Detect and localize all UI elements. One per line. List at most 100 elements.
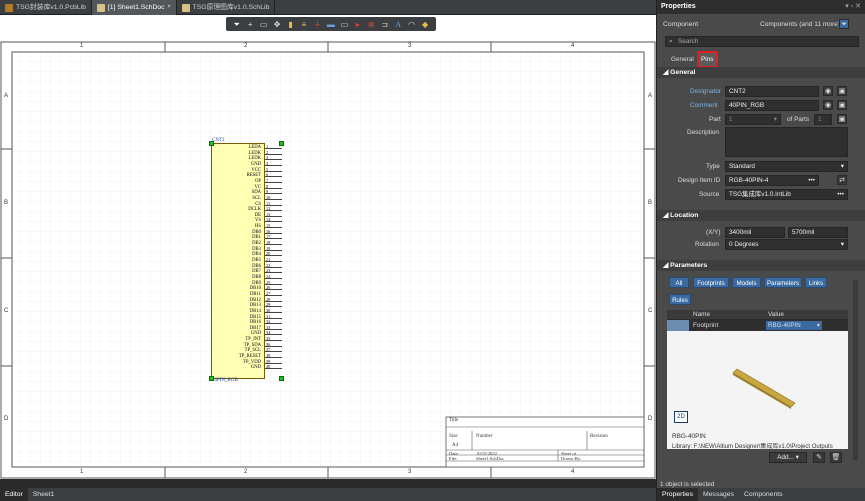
net-label-icon[interactable]: ▭ — [340, 20, 349, 29]
footprint-value: RBG-40PIN — [768, 322, 801, 329]
port-icon[interactable]: ▸ — [353, 20, 362, 29]
trash-icon[interactable]: 🗑 — [830, 452, 842, 463]
search-input[interactable]: ⌕ Search — [665, 36, 859, 47]
x-field[interactable]: 3400mil — [725, 227, 785, 238]
lock-icon[interactable]: ▣ — [837, 114, 847, 124]
power-icon[interactable]: ⏚ — [313, 20, 322, 29]
edit-icon[interactable]: ✎ — [813, 452, 825, 463]
row-value[interactable]: RBG-40PIN ▾ — [766, 321, 822, 330]
title-block-title: Title — [449, 418, 459, 423]
section-parameters[interactable]: ◢ Parameters — [657, 260, 865, 271]
zone-row-label: A — [4, 93, 9, 99]
filter-models-button[interactable]: Models — [732, 277, 761, 288]
design-item-value: RGB-40PIN-4 — [729, 177, 769, 184]
selection-summary[interactable]: Components (and 11 more) — [760, 21, 840, 28]
more-icon[interactable]: ••• — [808, 176, 815, 185]
selection-handle[interactable] — [209, 376, 214, 381]
tab-schdoc[interactable]: [1] Sheet1.SchDoc ▾ — [91, 0, 177, 15]
schlib-file-icon — [181, 3, 190, 12]
section-title: Location — [670, 212, 699, 219]
type-select[interactable]: Standard ▾ — [725, 161, 848, 172]
filter-parameters-button[interactable]: Parameters — [764, 277, 802, 288]
description-label: Description — [687, 129, 719, 136]
description-field[interactable] — [725, 127, 848, 157]
schematic-sheet[interactable]: 1 2 3 4 1 2 3 4 A B C D A B C D Title Si… — [0, 41, 656, 479]
tab-schlib[interactable]: TSG原理图库v1.0.SchLib — [177, 0, 276, 15]
tab-label: TSG封装库v1.0.PcbLib — [16, 4, 86, 11]
preview-name: RBG-40PIN — [672, 433, 706, 440]
harness-icon[interactable]: ⊐ — [380, 20, 389, 29]
filter-icon[interactable]: ⏷ — [232, 20, 241, 29]
tab-pcblib[interactable]: TSG封装库v1.0.PcbLib — [0, 0, 92, 15]
row-name: Footprint — [693, 322, 719, 329]
zone-row-label: A — [648, 93, 653, 99]
chevron-down-icon: ▾ — [816, 322, 820, 329]
zone-col-label: 3 — [408, 469, 412, 475]
filter-footprints-button[interactable]: Footprints — [693, 277, 729, 288]
zone-col-label: 4 — [571, 43, 575, 49]
rect-select-icon[interactable]: ▭ — [259, 20, 268, 29]
swap-icon[interactable]: ⇄ — [837, 175, 847, 185]
section-location[interactable]: ◢ Location — [657, 210, 865, 221]
search-icon: ⌕ — [669, 38, 673, 45]
arc-icon[interactable]: ◠ — [407, 20, 416, 29]
chevron-down-icon: ▾ — [795, 454, 799, 461]
tab-components[interactable]: Components — [739, 488, 788, 501]
parameters-table-header: Name Value — [667, 310, 848, 320]
eye-icon[interactable]: ◉ — [823, 100, 833, 110]
designator-field[interactable]: CNT2 — [725, 86, 819, 97]
panel-controls: ▾ ▫ ✕ — [845, 3, 861, 10]
eye-icon[interactable]: ◉ — [823, 86, 833, 96]
move-icon[interactable]: ✥ — [273, 20, 282, 29]
panel-title: Properties — [661, 3, 696, 10]
filter-rules-button[interactable]: Rules — [669, 294, 691, 305]
tab-editor[interactable]: Editor — [0, 488, 28, 501]
tab-sheet1[interactable]: Sheet1 — [28, 488, 60, 501]
no-erc-icon[interactable]: ⊗ — [367, 20, 376, 29]
panel-scrollbar[interactable] — [853, 280, 858, 460]
part-select[interactable]: 1 ▾ — [725, 114, 781, 125]
tab-pins-label: Pins — [701, 56, 714, 63]
filter-links-button[interactable]: Links — [805, 277, 827, 288]
highlight-icon[interactable]: ≡ — [299, 20, 308, 29]
footprint-preview[interactable]: 2D RBG-40PIN Library: F:\NEW\Altium Desi… — [667, 331, 848, 449]
filter-all-button[interactable]: All — [669, 277, 689, 288]
zone-row-label: D — [4, 416, 9, 422]
section-title: General — [670, 69, 696, 76]
source-field[interactable]: TSG集成库v1.0.IntLib ••• — [725, 189, 848, 200]
section-general[interactable]: ◢ General — [657, 67, 865, 78]
bus-icon[interactable]: ▬ — [326, 20, 335, 29]
selection-handle[interactable] — [279, 141, 284, 146]
lock-icon[interactable]: ▣ — [837, 100, 847, 110]
tab-general[interactable]: General — [671, 56, 694, 63]
designator-label: Designator — [690, 88, 721, 95]
design-item-field[interactable]: RGB-40PIN-4 ••• — [725, 175, 819, 186]
tab-properties[interactable]: Properties — [657, 488, 698, 501]
add-button[interactable]: Add... ▾ — [769, 452, 807, 463]
zone-col-label: 1 — [80, 469, 84, 475]
rotation-select[interactable]: 0 Degrees ▾ — [725, 239, 848, 250]
tab-messages[interactable]: Messages — [698, 488, 739, 501]
comment-field[interactable]: 40PIN_RGB — [725, 100, 819, 111]
text-icon[interactable]: A — [394, 20, 403, 29]
y-field[interactable]: 5700mil — [788, 227, 848, 238]
tab-pins[interactable]: Pins — [697, 51, 718, 68]
row-indicator — [667, 320, 689, 331]
selection-handle[interactable] — [209, 141, 214, 146]
component-comment[interactable]: 40PIN_RGB — [212, 378, 238, 383]
add-icon[interactable]: + — [246, 20, 255, 29]
zone-col-label: 2 — [244, 469, 248, 475]
shape-icon[interactable]: ◆ — [421, 20, 430, 29]
column-value: Value — [768, 311, 784, 318]
preview-2d-badge[interactable]: 2D — [674, 411, 688, 423]
component-pin[interactable]: GND 40 — [211, 364, 282, 371]
align-icon[interactable]: ▮ — [286, 20, 295, 29]
selection-handle[interactable] — [279, 376, 284, 381]
component-pins: LEDA 1 LEDK 2 LEDK 3 GND 4 VCC 5 RESET 6 OP 7 VC 8 SDA 9 S… — [211, 144, 283, 377]
lock-icon[interactable]: ▣ — [837, 86, 847, 96]
filter-icon[interactable]: ⏷ — [839, 19, 849, 29]
status-text: 1 object is selected — [660, 481, 715, 488]
table-row[interactable]: Footprint RBG-40PIN ▾ — [667, 320, 848, 331]
more-icon[interactable]: ••• — [837, 190, 844, 199]
chevron-down-icon[interactable]: ▾ — [168, 0, 171, 15]
